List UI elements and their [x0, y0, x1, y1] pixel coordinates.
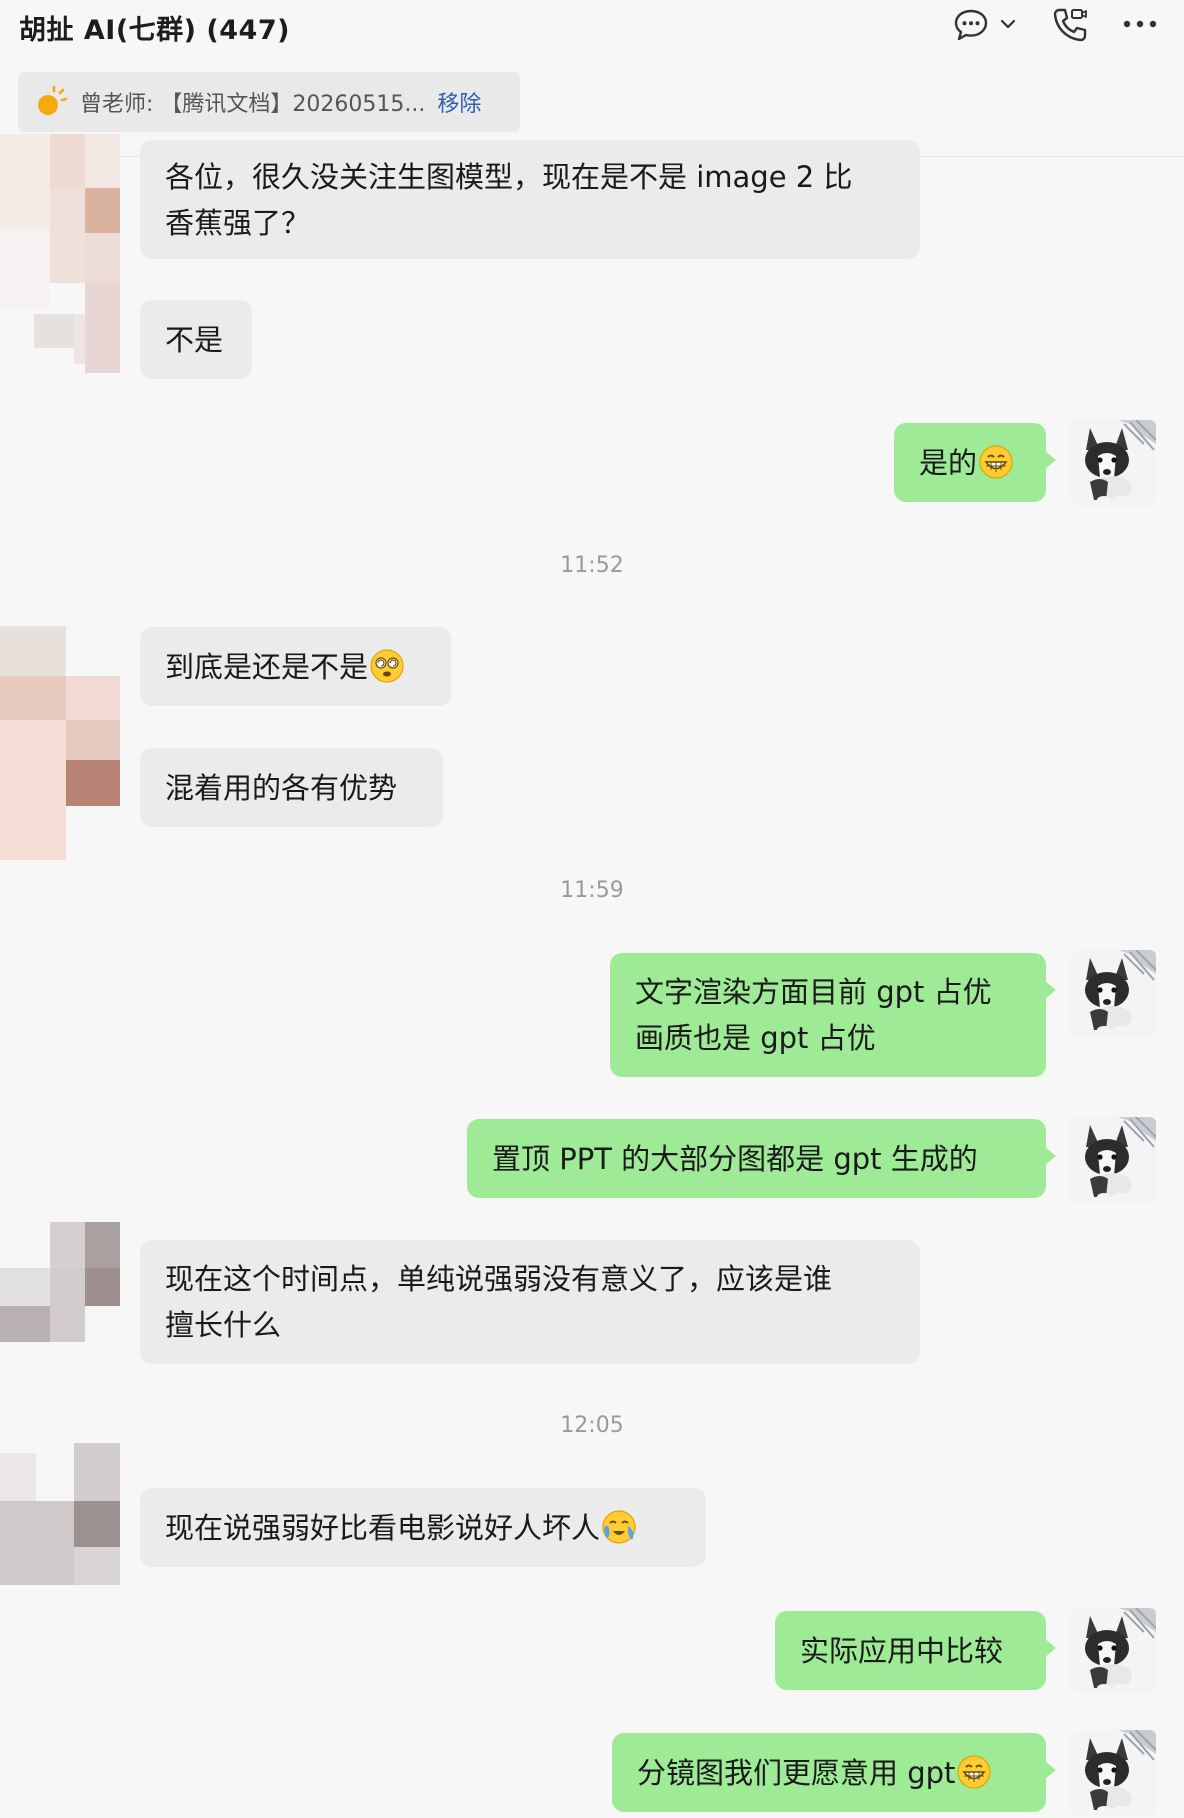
message-bubble-incoming[interactable]: 现在说强弱好比看电影说好人坏人	[140, 1488, 706, 1567]
message-bubble-incoming[interactable]: 现在这个时间点，单纯说强弱没有意义了，应该是谁 擅长什么	[140, 1240, 920, 1364]
message-bubble-outgoing[interactable]: 是的	[894, 423, 1056, 502]
message-bubble-incoming[interactable]: 不是	[140, 300, 252, 379]
chat-header: 胡扯 AI(七群) (447)	[0, 0, 1184, 60]
message-bubble-incoming[interactable]: 到底是还是不是	[140, 627, 451, 706]
more-options-icon[interactable]	[1122, 14, 1158, 34]
crying-emoji	[602, 1509, 636, 1544]
blurred-avatar[interactable]	[0, 1222, 120, 1342]
blurred-avatar[interactable]	[0, 626, 120, 860]
chat-title: 胡扯 AI(七群) (447)	[19, 15, 290, 46]
message-bubble-incoming[interactable]: 混着用的各有优势	[140, 748, 443, 827]
message-bubble-outgoing[interactable]: 实际应用中比较	[775, 1611, 1056, 1690]
pinned-message-bar[interactable]: 曾老师: 【腾讯文档】20260515... 移除	[18, 72, 520, 132]
weather-sun-icon	[38, 85, 68, 115]
self-avatar[interactable]	[1070, 1730, 1156, 1816]
message-text: 是的	[919, 445, 978, 480]
message-bubble-outgoing[interactable]: 文字渲染方面目前 gpt 占优 画质也是 gpt 占优	[610, 953, 1056, 1077]
pinned-text: 曾老师: 【腾讯文档】20260515...	[80, 92, 426, 117]
message-bubble-incoming[interactable]: 各位，很久没关注生图模型，现在是不是 image 2 比 香蕉强了？	[140, 140, 920, 259]
message-text: 到底是还是不是	[165, 649, 369, 684]
message-text: 不是	[165, 322, 224, 357]
message-text: 实际应用中比较	[800, 1633, 1004, 1668]
self-avatar[interactable]	[1070, 950, 1156, 1036]
self-avatar[interactable]	[1070, 1117, 1156, 1203]
grin-emoji	[957, 1754, 992, 1789]
self-avatar[interactable]	[1070, 420, 1156, 506]
message-text: 现在说强弱好比看电影说好人坏人	[165, 1510, 601, 1545]
chevron-down-icon[interactable]	[1000, 18, 1016, 30]
message-text: 混着用的各有优势	[165, 770, 398, 805]
blurred-avatar[interactable]	[0, 1443, 120, 1585]
call-icon[interactable]	[1050, 5, 1090, 45]
grin-emoji	[979, 444, 1014, 479]
dizzy-emoji	[370, 648, 404, 683]
message-text: 各位，很久没关注生图模型，现在是不是 image 2 比	[165, 159, 853, 194]
message-text: 分镜图我们更愿意用 gpt	[637, 1755, 956, 1790]
timestamp: 12:05	[560, 1413, 624, 1438]
message-text: 香蕉强了？	[165, 205, 311, 240]
chat-bubble-icon[interactable]	[953, 8, 989, 42]
message-bubble-outgoing[interactable]: 分镜图我们更愿意用 gpt	[612, 1733, 1056, 1812]
self-avatar[interactable]	[1070, 1608, 1156, 1694]
message-text: 置顶 PPT 的大部分图都是 gpt 生成的	[492, 1141, 978, 1176]
message-bubble-outgoing[interactable]: 置顶 PPT 的大部分图都是 gpt 生成的	[467, 1119, 1056, 1198]
message-text: 画质也是 gpt 占优	[635, 1021, 876, 1055]
timestamp: 11:59	[560, 878, 624, 903]
message-text: 现在这个时间点，单纯说强弱没有意义了，应该是谁	[165, 1262, 833, 1296]
message-text: 文字渲染方面目前 gpt 占优	[635, 975, 992, 1009]
message-text: 擅长什么	[165, 1308, 282, 1342]
remove-pin-link[interactable]: 移除	[437, 86, 481, 118]
timestamp: 11:52	[560, 553, 624, 578]
blurred-avatar[interactable]	[0, 134, 120, 394]
